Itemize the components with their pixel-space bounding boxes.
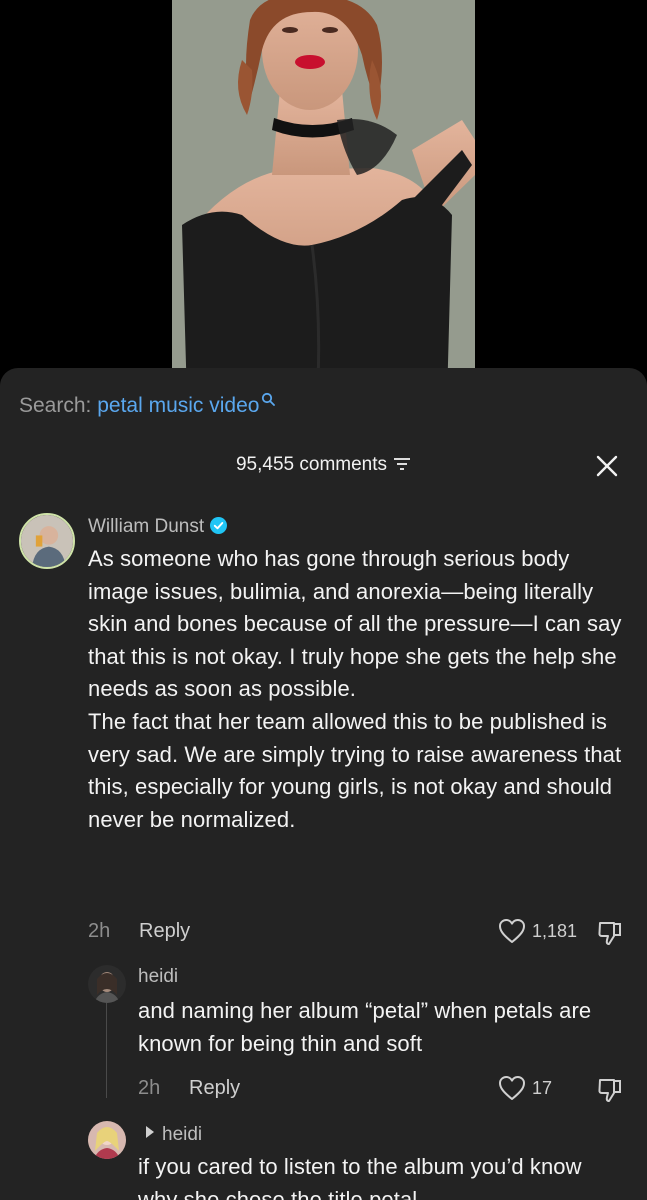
comments-sheet: Search: petal music video 95,455 comment… [0, 368, 647, 1200]
video-still-image [172, 0, 475, 400]
search-suggestion[interactable]: Search: petal music video [19, 392, 276, 418]
avatar[interactable] [88, 1121, 126, 1159]
comment-author[interactable]: heidi [146, 1124, 202, 1146]
like-count: 1,181 [532, 920, 578, 941]
comment-time: 2h [88, 920, 111, 942]
like-button[interactable]: 1,181 [498, 918, 577, 944]
avatar[interactable] [19, 513, 75, 569]
reply-button[interactable]: Reply [139, 920, 190, 943]
reply-button[interactable]: Reply [189, 1077, 240, 1100]
filter-icon[interactable] [393, 455, 411, 470]
comment-author[interactable]: William Dunst [88, 516, 228, 538]
comments-count: 95,455 comments [235, 454, 388, 475]
comments-header: 95,455 comments [0, 454, 647, 476]
comment-time: 2h [138, 1077, 161, 1099]
heart-icon [499, 919, 525, 943]
search-query-link[interactable]: petal music video [97, 394, 259, 417]
dislike-button[interactable] [596, 1076, 624, 1104]
heart-icon [499, 1076, 525, 1100]
comment-author[interactable]: heidi [138, 966, 178, 988]
close-button[interactable] [595, 454, 619, 478]
verified-badge-icon [210, 517, 228, 534]
search-prefix: Search: [19, 394, 92, 417]
comment-text: As someone who has gone through serious … [88, 546, 622, 832]
like-button[interactable]: 17 [498, 1075, 552, 1101]
video-player[interactable] [0, 0, 647, 400]
search-icon [261, 388, 276, 406]
comment-text: and naming her album “petal” when petals… [138, 998, 592, 1056]
close-icon [596, 455, 618, 477]
avatar[interactable] [88, 965, 126, 1003]
reply-arrow-icon [146, 1126, 154, 1138]
like-count: 17 [532, 1077, 553, 1098]
thumbs-down-icon [598, 922, 621, 945]
dislike-button[interactable] [596, 919, 624, 947]
comment-text: if you cared to listen to the album you’… [138, 1154, 582, 1200]
thumbs-down-icon [598, 1079, 621, 1102]
video-frame[interactable] [172, 0, 475, 400]
